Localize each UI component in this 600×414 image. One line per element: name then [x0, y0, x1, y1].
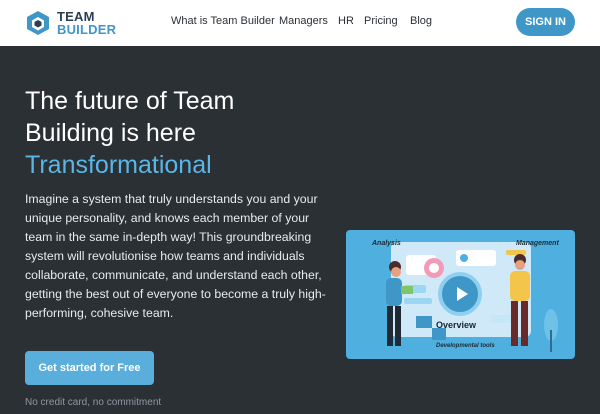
get-started-button[interactable]: Get started for Free [25, 351, 154, 385]
nav-link-hr[interactable]: HR [338, 15, 354, 27]
sign-in-button[interactable]: SIGN IN [516, 8, 575, 36]
nav-link-managers[interactable]: Managers [279, 15, 328, 27]
nav-link-what-is-team-builder[interactable]: What is Team Builder [171, 15, 275, 27]
brand-wordmark: TEAM BUILDER [57, 10, 116, 36]
brand-line2: BUILDER [57, 22, 117, 37]
overview-video-thumbnail[interactable]: Analysis Management Overview Development… [346, 230, 575, 359]
play-button[interactable] [438, 272, 482, 316]
no-commitment-note: No credit card, no commitment [25, 397, 162, 408]
nav-link-blog[interactable]: Blog [410, 15, 432, 27]
label-management: Management [516, 240, 559, 247]
label-developmental-tools: Developmental tools [436, 343, 495, 349]
hero-title-line1: The future of Team [25, 87, 235, 115]
nav-link-pricing[interactable]: Pricing [364, 15, 398, 27]
top-navbar: TEAM BUILDER What is Team Builder Manage… [0, 0, 600, 46]
hero-description: Imagine a system that truly understands … [25, 192, 326, 320]
hero-title: The future of Team Building is here Tran… [25, 85, 325, 181]
logo-cube-icon [27, 11, 49, 35]
label-analysis: Analysis [372, 240, 401, 247]
hero-title-line2: Building is here [25, 119, 196, 147]
label-overview: Overview [436, 320, 477, 330]
brand-logo[interactable]: TEAM BUILDER [25, 9, 125, 37]
play-icon [457, 287, 468, 301]
hero-title-accent: Transformational [25, 151, 212, 179]
